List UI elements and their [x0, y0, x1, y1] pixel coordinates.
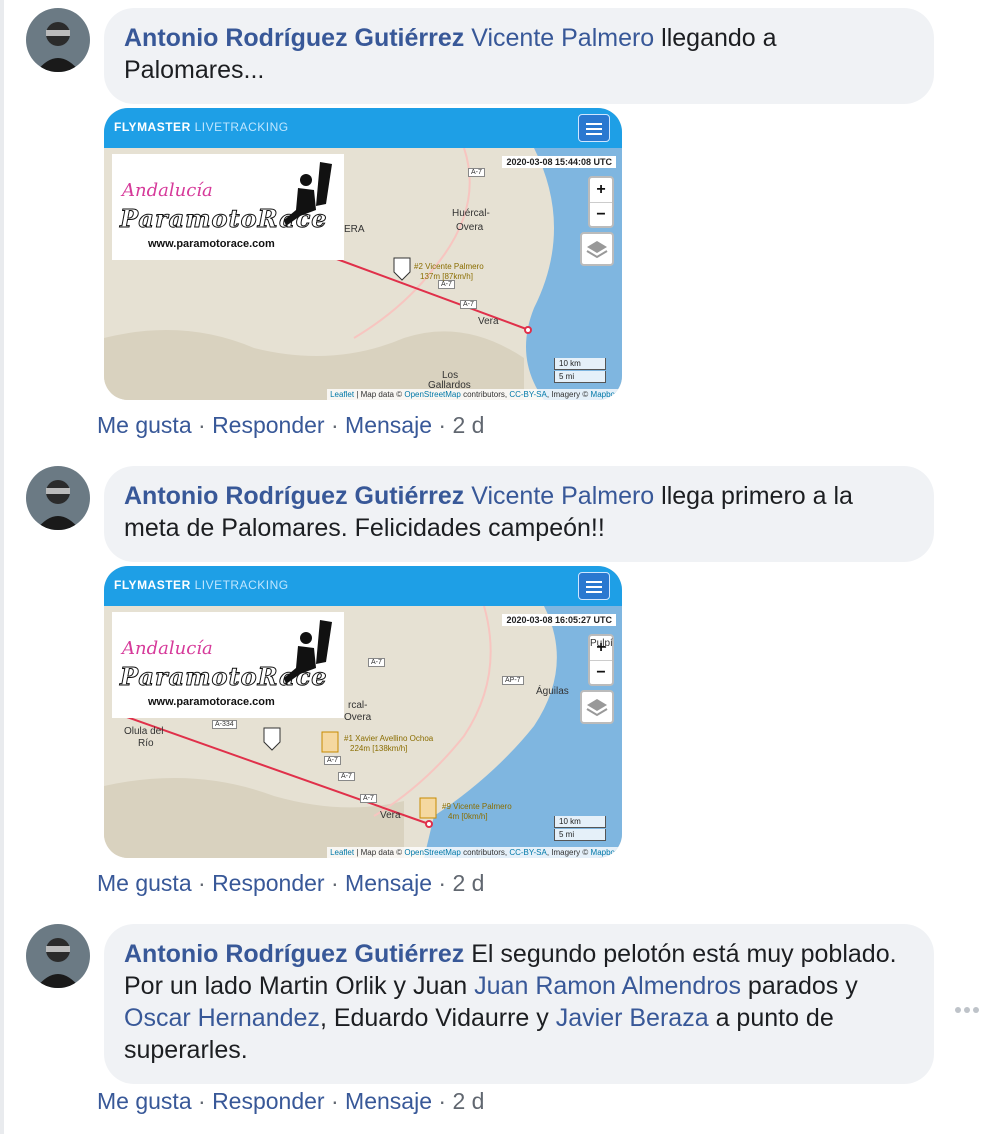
- comment-text: , Eduardo Vidaurre y: [319, 1004, 549, 1032]
- map-image[interactable]: FLYMASTER LIVETRACKING Andalucía Paramot…: [104, 566, 622, 858]
- map-timestamp: 2020-03-08 16:05:27 UTC: [502, 614, 616, 626]
- map-attribution: Leaflet | Map data © OpenStreetMap contr…: [327, 389, 622, 400]
- place-label: Águilas: [536, 686, 569, 697]
- road-label: A-334: [212, 720, 237, 729]
- road-label: A-7: [368, 658, 385, 667]
- place-label: Overa: [344, 712, 372, 723]
- timestamp[interactable]: 2 d: [452, 412, 484, 438]
- mention-link[interactable]: Vicente Palmero: [471, 24, 654, 52]
- comment-text: parados y: [747, 972, 858, 1000]
- avatar[interactable]: [26, 8, 90, 72]
- author-name[interactable]: Antonio Rodríguez Gutiérrez: [124, 482, 464, 510]
- comment-bubble: Antonio Rodríguez Gutiérrez Vicente Palm…: [104, 8, 934, 104]
- like-link[interactable]: Me gusta: [97, 1088, 192, 1114]
- timestamp[interactable]: 2 d: [452, 1088, 484, 1114]
- map-attribution: Leaflet | Map data © OpenStreetMap contr…: [327, 847, 622, 858]
- map-header: FLYMASTER LIVETRACKING: [104, 108, 622, 148]
- paramotorace-logo: Andalucía ParamotoRace www.paramotorace.…: [112, 612, 344, 718]
- comment: Antonio Rodríguez Gutiérrez Vicente Palm…: [26, 466, 946, 886]
- comment-actions: Me gusta · Responder · Mensaje · 2 d: [97, 870, 485, 896]
- hamburger-menu-icon[interactable]: [578, 572, 610, 600]
- scale-mi: 5 mi: [554, 371, 606, 383]
- timestamp[interactable]: 2 d: [452, 870, 484, 896]
- reply-link[interactable]: Responder: [212, 1088, 325, 1114]
- pilot-label: 224m [138km/h]: [350, 744, 408, 753]
- place-label: ERA: [344, 224, 365, 235]
- paramotorace-logo: Andalucía ParamotoRace www.paramotorace.…: [112, 154, 344, 260]
- brand-logo: FLYMASTER LIVETRACKING: [114, 120, 289, 134]
- pilot-label: #1 Xavier Avellino Ochoa: [344, 734, 434, 743]
- author-name[interactable]: Antonio Rodríguez Gutiérrez: [124, 940, 464, 968]
- place-label: rcal-: [348, 700, 368, 711]
- layers-icon[interactable]: [580, 690, 614, 724]
- place-label: Vera: [380, 810, 401, 821]
- message-link[interactable]: Mensaje: [345, 1088, 432, 1114]
- map-image[interactable]: FLYMASTER LIVETRACKING Andalucía Paramot…: [104, 108, 622, 400]
- place-label: Overa: [456, 222, 484, 233]
- author-name[interactable]: Antonio Rodríguez Gutiérrez: [124, 24, 464, 52]
- pilot-label: #2 Vicente Palmero: [414, 262, 484, 271]
- road-label: A-7: [360, 794, 377, 803]
- zoom-out-button[interactable]: −: [590, 660, 612, 685]
- map-timestamp: 2020-03-08 15:44:08 UTC: [502, 156, 616, 168]
- mention-link[interactable]: Juan Ramon Almendros: [474, 972, 741, 1000]
- left-border: [0, 0, 4, 1134]
- zoom-in-button[interactable]: +: [590, 178, 612, 202]
- paramotor-pilot-icon: [284, 620, 332, 684]
- avatar[interactable]: [26, 466, 90, 530]
- road-label: A-7: [460, 300, 477, 309]
- mention-link[interactable]: Oscar Hernandez: [124, 1004, 320, 1032]
- comment-actions: Me gusta · Responder · Mensaje · 2 d: [97, 412, 485, 438]
- mention-link[interactable]: Javier Beraza: [556, 1004, 709, 1032]
- road-label: A-7: [468, 168, 485, 177]
- scale-km: 10 km: [554, 358, 606, 370]
- message-link[interactable]: Mensaje: [345, 412, 432, 438]
- pilot-label: #9 Vicente Palmero: [442, 802, 512, 811]
- reply-link[interactable]: Responder: [212, 870, 325, 896]
- place-label: Vera: [478, 316, 499, 327]
- map-header: FLYMASTER LIVETRACKING: [104, 566, 622, 606]
- more-options-icon[interactable]: [954, 1003, 980, 1017]
- road-label: AP-7: [502, 676, 524, 685]
- place-label: Huércal-: [452, 208, 490, 219]
- scale-km: 10 km: [554, 816, 606, 828]
- place-label: Olula del: [124, 726, 164, 737]
- like-link[interactable]: Me gusta: [97, 412, 192, 438]
- road-label: A-7: [324, 756, 341, 765]
- avatar[interactable]: [26, 924, 90, 988]
- pilot-label: 137m [87km/h]: [420, 272, 473, 281]
- comment-bubble: Antonio Rodríguez Gutiérrez Vicente Palm…: [104, 466, 934, 562]
- pilot-label: 4m [0km/h]: [448, 812, 488, 821]
- hamburger-menu-icon[interactable]: [578, 114, 610, 142]
- layers-icon[interactable]: [580, 232, 614, 266]
- mention-link[interactable]: Vicente Palmero: [471, 482, 654, 510]
- zoom-out-button[interactable]: −: [590, 202, 612, 227]
- comment: Antonio Rodríguez Gutiérrez Vicente Palm…: [26, 8, 946, 448]
- comment-actions: Me gusta · Responder · Mensaje · 2 d: [97, 1088, 485, 1114]
- zoom-control: + −: [588, 176, 614, 228]
- like-link[interactable]: Me gusta: [97, 870, 192, 896]
- comment-bubble: Antonio Rodríguez Gutiérrez El segundo p…: [104, 924, 934, 1084]
- place-label: Río: [138, 738, 154, 749]
- place-label: Pulpí: [590, 638, 613, 649]
- message-link[interactable]: Mensaje: [345, 870, 432, 896]
- brand-logo: FLYMASTER LIVETRACKING: [114, 578, 289, 592]
- comment: Antonio Rodríguez Gutiérrez El segundo p…: [26, 924, 946, 1094]
- paramotor-pilot-icon: [284, 162, 332, 226]
- scale-mi: 5 mi: [554, 829, 606, 841]
- road-label: A-7: [338, 772, 355, 781]
- reply-link[interactable]: Responder: [212, 412, 325, 438]
- road-label: A-7: [438, 280, 455, 289]
